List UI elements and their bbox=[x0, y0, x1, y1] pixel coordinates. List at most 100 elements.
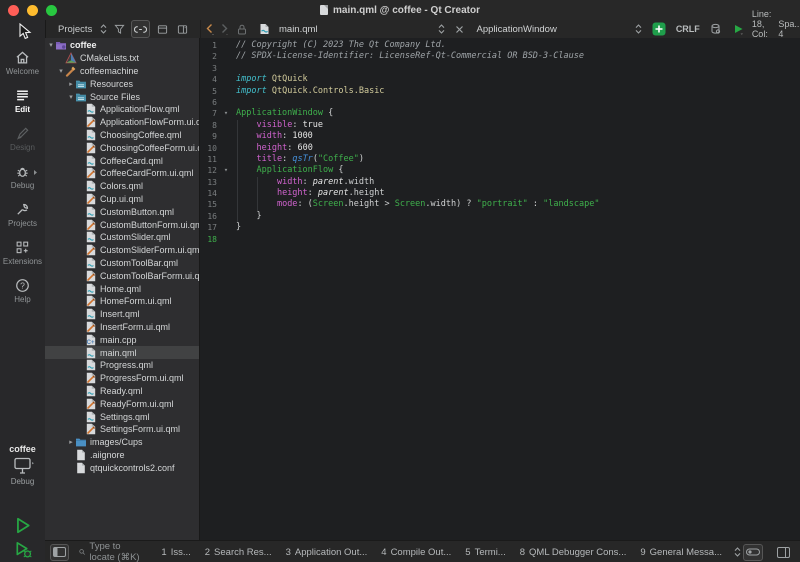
link-with-editor-toggle[interactable] bbox=[131, 20, 150, 38]
sidebar-item-help[interactable]: ? Help bbox=[0, 272, 45, 310]
symbol-dropdown-arrows-icon[interactable] bbox=[633, 21, 644, 37]
code-line-4[interactable]: 4 import QtQuick bbox=[200, 74, 800, 85]
tree-item-progressform-ui-qml[interactable]: ProgressForm.ui.qml bbox=[45, 372, 199, 385]
expand-arrow-icon[interactable]: ▸ bbox=[67, 80, 75, 88]
output-pane-3[interactable]: 3 Application Out... bbox=[286, 547, 368, 558]
tree-item-ready-qml[interactable]: Ready.qml bbox=[45, 385, 199, 398]
run-button[interactable] bbox=[14, 516, 32, 535]
sidebar-item-projects[interactable]: Projects bbox=[0, 196, 45, 234]
code-line-18[interactable]: 18 bbox=[200, 234, 800, 245]
code-line-11[interactable]: 11 title: qsTr("Coffee") bbox=[200, 154, 800, 165]
output-pane-4[interactable]: 4 Compile Out... bbox=[381, 547, 451, 558]
code-line-17[interactable]: 17 } bbox=[200, 222, 800, 233]
tree-item-main-cpp[interactable]: C+ main.cpp bbox=[45, 333, 199, 346]
code-editor[interactable]: 1 // Copyright (C) 2023 The Qt Company L… bbox=[200, 38, 800, 540]
tree-item-customtoolbarform-ui-qml[interactable]: CustomToolBarForm.ui.qml bbox=[45, 269, 199, 282]
tree-item-progress-qml[interactable]: Progress.qml bbox=[45, 359, 199, 372]
expand-arrow-icon[interactable]: ▸ bbox=[67, 438, 75, 446]
code-line-6[interactable]: 6 bbox=[200, 97, 800, 108]
file-encoding-icon[interactable] bbox=[708, 21, 723, 37]
indent-settings[interactable]: Spa...: 4 bbox=[778, 19, 800, 39]
code-line-14[interactable]: 14 height: parent.height bbox=[200, 188, 800, 199]
tree-item-customtoolbar-qml[interactable]: CustomToolBar.qml bbox=[45, 257, 199, 270]
code-line-5[interactable]: 5 import QtQuick.Controls.Basic bbox=[200, 86, 800, 97]
minimize-window-button[interactable] bbox=[27, 5, 38, 16]
close-document-icon[interactable] bbox=[453, 21, 466, 37]
zoom-window-button[interactable] bbox=[46, 5, 57, 16]
navigate-back-icon[interactable] bbox=[203, 21, 217, 37]
tree-item-insert-qml[interactable]: Insert.qml bbox=[45, 308, 199, 321]
tree-item-applicationflow-qml[interactable]: ApplicationFlow.qml bbox=[45, 103, 199, 116]
tree-item--aiignore[interactable]: .aiignore bbox=[45, 449, 199, 462]
sidebar-item-debug[interactable]: Debug bbox=[0, 158, 45, 196]
pane-selector[interactable]: Projects bbox=[58, 24, 92, 35]
qml-preview-button[interactable] bbox=[650, 21, 668, 37]
pane-selector-arrows-icon[interactable] bbox=[98, 21, 109, 37]
output-pane-8[interactable]: 8 QML Debugger Cons... bbox=[520, 547, 627, 558]
tree-item-homeform-ui-qml[interactable]: HomeForm.ui.qml bbox=[45, 295, 199, 308]
tree-item-home-qml[interactable]: Home.qml bbox=[45, 282, 199, 295]
locator-input[interactable]: Type to locate (⌘K) bbox=[79, 541, 143, 562]
output-pane-1[interactable]: 1 Iss... bbox=[161, 547, 190, 558]
tree-item-qtquickcontrols2-conf[interactable]: qtquickcontrols2.conf bbox=[45, 461, 199, 474]
code-line-10[interactable]: 10 height: 600 bbox=[200, 143, 800, 154]
code-line-9[interactable]: 9 width: 1000 bbox=[200, 131, 800, 142]
sync-root-icon[interactable] bbox=[155, 21, 170, 37]
tree-item-images-cups[interactable]: ▸ images/Cups bbox=[45, 436, 199, 449]
close-window-button[interactable] bbox=[8, 5, 19, 16]
debug-run-button[interactable] bbox=[14, 540, 32, 559]
tree-item-resources[interactable]: ▸ Resources bbox=[45, 77, 199, 90]
fold-marker-icon[interactable]: ▾ bbox=[220, 108, 232, 119]
tree-item-custombuttonform-ui-qml[interactable]: CustomButtonForm.ui.qml bbox=[45, 218, 199, 231]
tree-item-cmakelists-txt[interactable]: CMakeLists.txt bbox=[45, 52, 199, 65]
tree-item-applicationflowform-ui-qml[interactable]: ApplicationFlowForm.ui.qml bbox=[45, 116, 199, 129]
tree-item-choosingcoffeeform-ui-qml[interactable]: ChoosingCoffeeForm.ui.qml bbox=[45, 141, 199, 154]
sidebar-item-extensions[interactable]: Extensions bbox=[0, 234, 45, 272]
output-pane-9[interactable]: 9 General Messa... bbox=[640, 547, 722, 558]
code-line-1[interactable]: 1 // Copyright (C) 2023 The Qt Company L… bbox=[200, 40, 800, 51]
code-line-3[interactable]: 3 bbox=[200, 63, 800, 74]
output-pane-2[interactable]: 2 Search Res... bbox=[205, 547, 272, 558]
tree-item-customsliderform-ui-qml[interactable]: CustomSliderForm.ui.qml bbox=[45, 244, 199, 257]
split-pane-icon[interactable] bbox=[175, 21, 190, 37]
code-line-16[interactable]: 16 } bbox=[200, 211, 800, 222]
tree-item-choosingcoffee-qml[interactable]: ChoosingCoffee.qml bbox=[45, 129, 199, 142]
code-line-7[interactable]: 7 ▾ ApplicationWindow { bbox=[200, 108, 800, 119]
code-line-8[interactable]: 8 visible: true bbox=[200, 120, 800, 131]
tree-item-insertform-ui-qml[interactable]: InsertForm.ui.qml bbox=[45, 321, 199, 334]
tree-item-cup-ui-qml[interactable]: Cup.ui.qml bbox=[45, 193, 199, 206]
tree-item-settings-qml[interactable]: Settings.qml bbox=[45, 410, 199, 423]
filter-icon[interactable] bbox=[112, 21, 127, 37]
navigate-forward-icon[interactable] bbox=[217, 21, 231, 37]
expand-arrow-icon[interactable]: ▾ bbox=[67, 93, 75, 101]
expand-arrow-icon[interactable]: ▾ bbox=[47, 41, 55, 49]
progress-details-toggle[interactable] bbox=[743, 544, 763, 561]
tree-item-coffee[interactable]: ▾ coffee bbox=[45, 39, 199, 52]
tree-item-custombutton-qml[interactable]: CustomButton.qml bbox=[45, 205, 199, 218]
output-pane-5[interactable]: 5 Termi... bbox=[465, 547, 505, 558]
line-ending-indicator[interactable]: CRLF bbox=[676, 24, 700, 34]
toggle-right-sidebar-icon[interactable] bbox=[775, 544, 792, 560]
tree-item-coffeecardform-ui-qml[interactable]: CoffeeCardForm.ui.qml bbox=[45, 167, 199, 180]
code-line-2[interactable]: 2 // SPDX-License-Identifier: LicenseRef… bbox=[200, 51, 800, 62]
symbol-selector[interactable]: ApplicationWindow bbox=[477, 24, 557, 35]
open-file-name[interactable]: main.qml bbox=[279, 24, 318, 35]
fold-marker-icon[interactable]: ▾ bbox=[220, 165, 232, 176]
tree-item-source-files[interactable]: ▾ Source Files bbox=[45, 90, 199, 103]
code-line-15[interactable]: 15 mode: (Screen.height > Screen.width) … bbox=[200, 199, 800, 210]
code-line-13[interactable]: 13 width: parent.width bbox=[200, 177, 800, 188]
tree-item-settingsform-ui-qml[interactable]: SettingsForm.ui.qml bbox=[45, 423, 199, 436]
run-preview-icon[interactable] bbox=[731, 21, 746, 37]
tree-item-readyform-ui-qml[interactable]: ReadyForm.ui.qml bbox=[45, 397, 199, 410]
sidebar-item-welcome[interactable]: Welcome bbox=[0, 44, 45, 82]
kit-selector[interactable]: coffee Debug bbox=[0, 444, 45, 486]
code-line-12[interactable]: 12 ▾ ApplicationFlow { bbox=[200, 165, 800, 176]
tree-item-coffeecard-qml[interactable]: CoffeeCard.qml bbox=[45, 154, 199, 167]
tree-item-coffeemachine[interactable]: ▾ coffeemachine bbox=[45, 65, 199, 78]
toggle-left-sidebar-icon[interactable] bbox=[50, 544, 69, 561]
tree-item-customslider-qml[interactable]: CustomSlider.qml bbox=[45, 231, 199, 244]
expand-arrow-icon[interactable]: ▾ bbox=[57, 67, 65, 75]
tree-item-colors-qml[interactable]: Colors.qml bbox=[45, 180, 199, 193]
tree-item-main-qml[interactable]: main.qml bbox=[45, 346, 199, 359]
file-dropdown-arrows-icon[interactable] bbox=[436, 21, 447, 37]
